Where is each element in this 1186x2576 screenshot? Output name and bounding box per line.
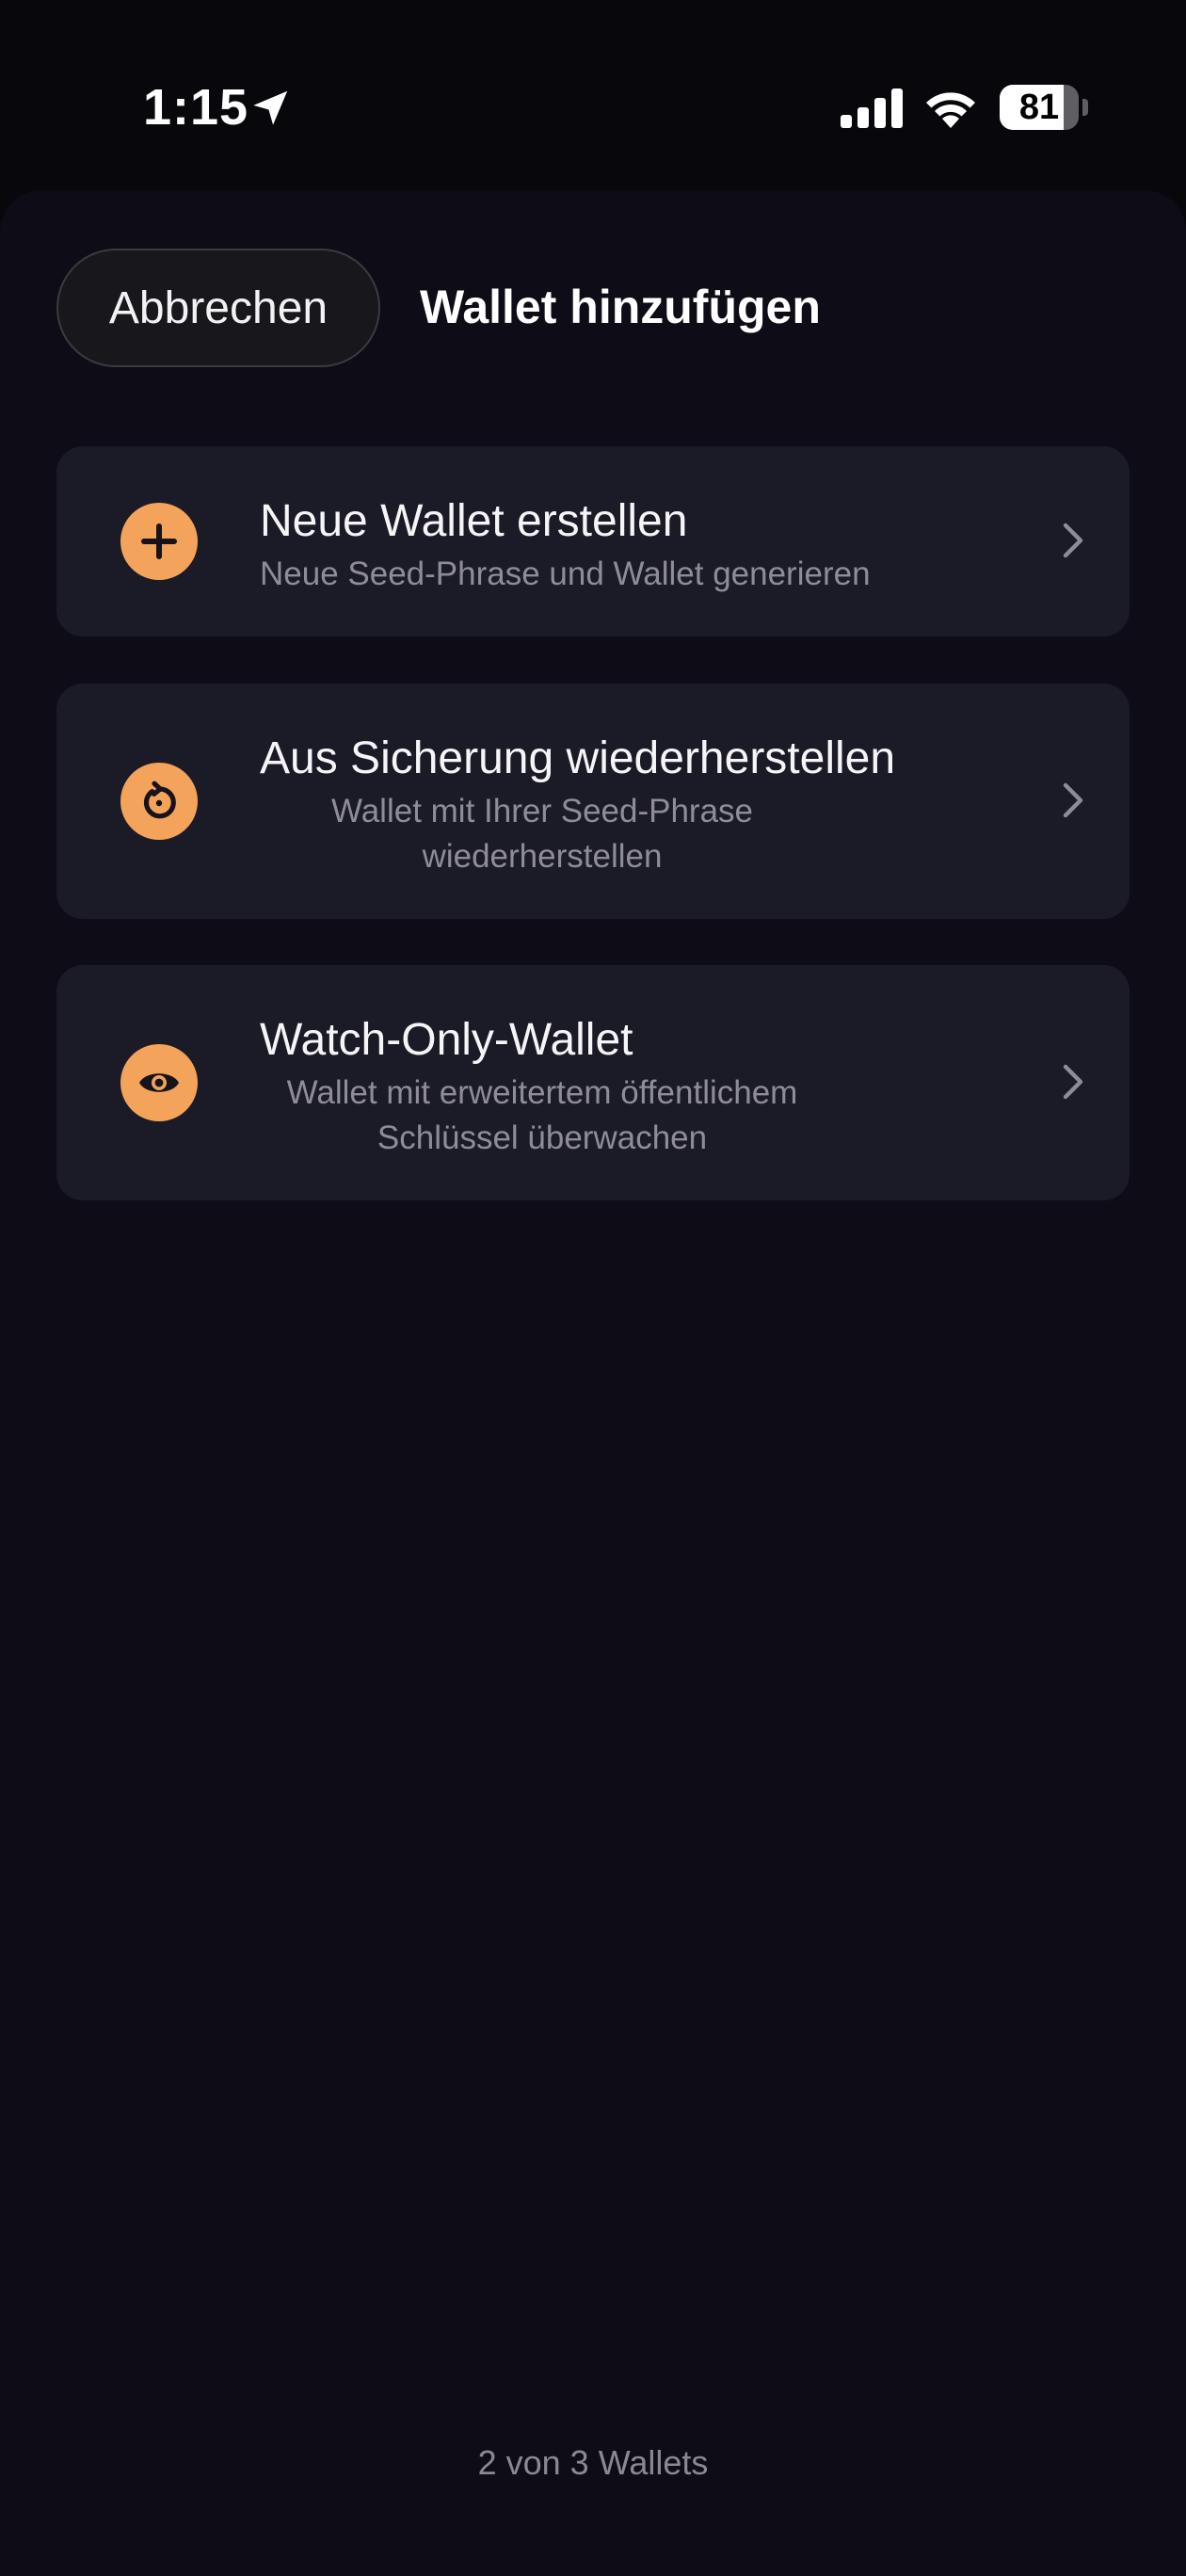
option-subtitle-line: Wallet mit Ihrer Seed-Phrase — [330, 793, 754, 829]
battery-body: 81 — [1000, 85, 1079, 130]
option-title: Neue Wallet erstellen — [260, 496, 688, 546]
plus-icon — [141, 523, 177, 559]
create-wallet-option[interactable]: Neue Wallet erstellen Neue Seed-Phrase u… — [56, 446, 1130, 636]
create-wallet-icon-badge — [120, 503, 198, 580]
restore-wallet-option[interactable]: Aus Sicherung wiederherstellen Wallet mi… — [56, 684, 1130, 919]
option-title: Watch-Only-Wallet — [260, 1015, 633, 1065]
eye-icon — [139, 1073, 179, 1092]
wallet-count: 2 von 3 Wallets — [477, 2443, 709, 2482]
option-subtitle: Neue Seed-Phrase und Wallet generieren — [260, 555, 871, 592]
option-subtitle: Wallet mit erweitertem öffentlichem Schl… — [260, 1071, 825, 1161]
chevron-right-icon — [1063, 523, 1083, 558]
option-subtitle-line: wiederherstellen — [422, 838, 663, 875]
sheet-title: Wallet hinzufügen — [420, 281, 821, 333]
battery-icon: 81 — [1000, 85, 1088, 130]
restore-wallet-icon-badge — [120, 763, 198, 840]
restore-icon — [143, 781, 176, 819]
status-time: 1:15 — [143, 79, 249, 136]
add-wallet-sheet: Abbrechen Wallet hinzufügen Neue Wallet … — [0, 190, 1186, 2576]
battery-cap — [1082, 99, 1088, 116]
status-bar: 1:15 81 — [0, 0, 1186, 188]
chevron-right-icon — [1063, 782, 1083, 818]
option-subtitle: Wallet mit Ihrer Seed-Phrase wiederherst… — [260, 789, 825, 879]
cellular-signal-icon — [841, 89, 903, 128]
chevron-right-icon — [1063, 1064, 1083, 1100]
option-subtitle-line: Schlüssel überwachen — [377, 1119, 708, 1156]
option-subtitle-line: Wallet mit erweitertem öffentlichem — [286, 1074, 798, 1111]
watch-only-wallet-option[interactable]: Watch-Only-Wallet Wallet mit erweitertem… — [56, 965, 1130, 1200]
cancel-button[interactable]: Abbrechen — [56, 249, 380, 367]
location-arrow-icon — [253, 90, 288, 125]
option-title: Aus Sicherung wiederherstellen — [260, 733, 896, 783]
wifi-icon — [926, 92, 975, 128]
battery-level: 81 — [1018, 88, 1060, 127]
add-wallet-screen: 1:15 81 Abbrechen Wallet hinzufügen Neue… — [0, 0, 1186, 2576]
watch-only-icon-badge — [120, 1044, 198, 1121]
